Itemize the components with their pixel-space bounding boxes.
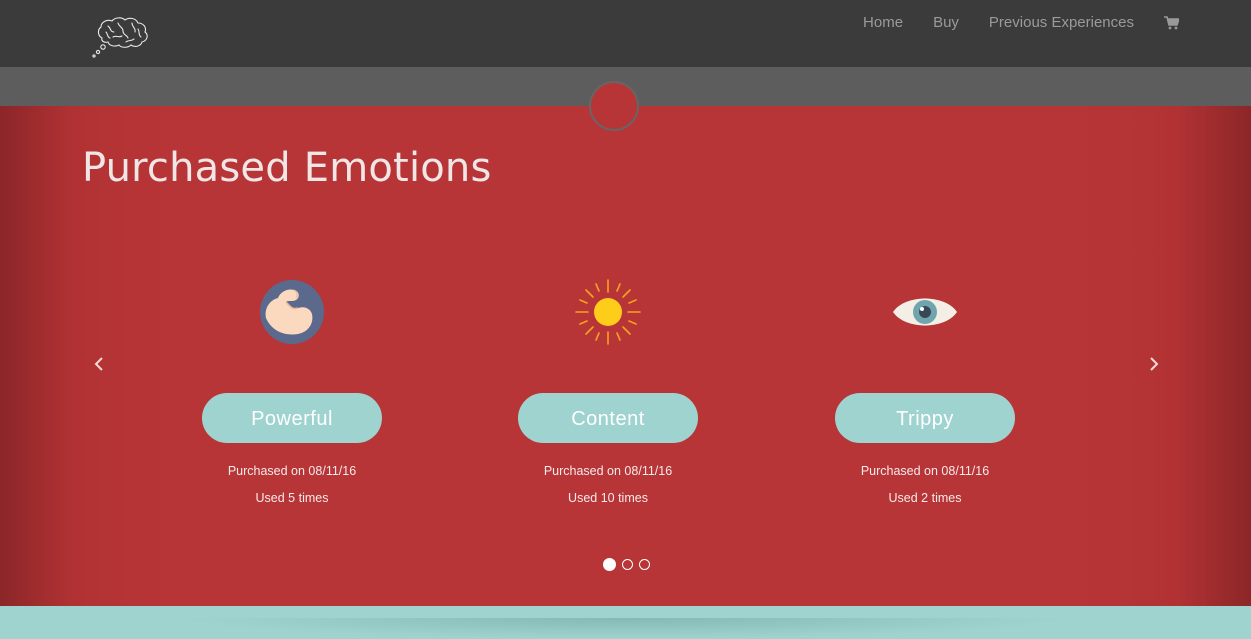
- nav-links: Home Buy Previous Experiences: [833, 14, 1179, 32]
- carousel-pagination: [603, 558, 656, 571]
- emotion-button-content[interactable]: Content: [518, 393, 698, 443]
- carousel-dot-2[interactable]: [622, 559, 633, 570]
- usage-count: Used 2 times: [888, 491, 962, 505]
- hero-badge-circle: [589, 81, 639, 131]
- navbar: Home Buy Previous Experiences: [0, 0, 1251, 67]
- flexed-arm-icon: [260, 280, 324, 344]
- emotion-meta: Purchased on 08/11/16 Used 2 times: [835, 458, 1015, 512]
- emotion-meta: Purchased on 08/11/16 Used 5 times: [202, 458, 382, 512]
- chevron-left-icon[interactable]: [90, 354, 108, 374]
- carousel-dot-1[interactable]: [603, 558, 616, 571]
- nav-previous-experiences-link[interactable]: Previous Experiences: [989, 14, 1134, 32]
- nav-buy-link[interactable]: Buy: [933, 14, 959, 32]
- emotion-button-powerful[interactable]: Powerful: [202, 393, 382, 443]
- purchase-date: Purchased on 08/11/16: [543, 464, 673, 478]
- carousel-dot-3[interactable]: [639, 559, 650, 570]
- eye-icon: [893, 298, 957, 326]
- purchase-date: Purchased on 08/11/16: [860, 464, 990, 478]
- emotion-card-powerful: Powerful Purchased on 08/11/16 Used 5 ti…: [202, 278, 382, 512]
- purchase-date: Purchased on 08/11/16: [227, 464, 357, 478]
- shopping-cart-icon[interactable]: [1164, 16, 1179, 30]
- emotion-card-trippy: Trippy Purchased on 08/11/16 Used 2 time…: [835, 278, 1015, 512]
- usage-count: Used 5 times: [255, 491, 329, 505]
- brain-thought-icon[interactable]: [88, 14, 152, 60]
- emotion-meta: Purchased on 08/11/16 Used 10 times: [518, 458, 698, 512]
- emotion-button-trippy[interactable]: Trippy: [835, 393, 1015, 443]
- emotion-card-content: Content Purchased on 08/11/16 Used 10 ti…: [518, 278, 698, 512]
- nav-home-link[interactable]: Home: [863, 14, 903, 32]
- chevron-right-icon[interactable]: [1145, 354, 1163, 374]
- page-title: Purchased Emotions: [82, 145, 492, 191]
- usage-count: Used 10 times: [568, 491, 648, 505]
- sun-icon: [575, 279, 641, 345]
- footer-shadow: [180, 618, 1070, 639]
